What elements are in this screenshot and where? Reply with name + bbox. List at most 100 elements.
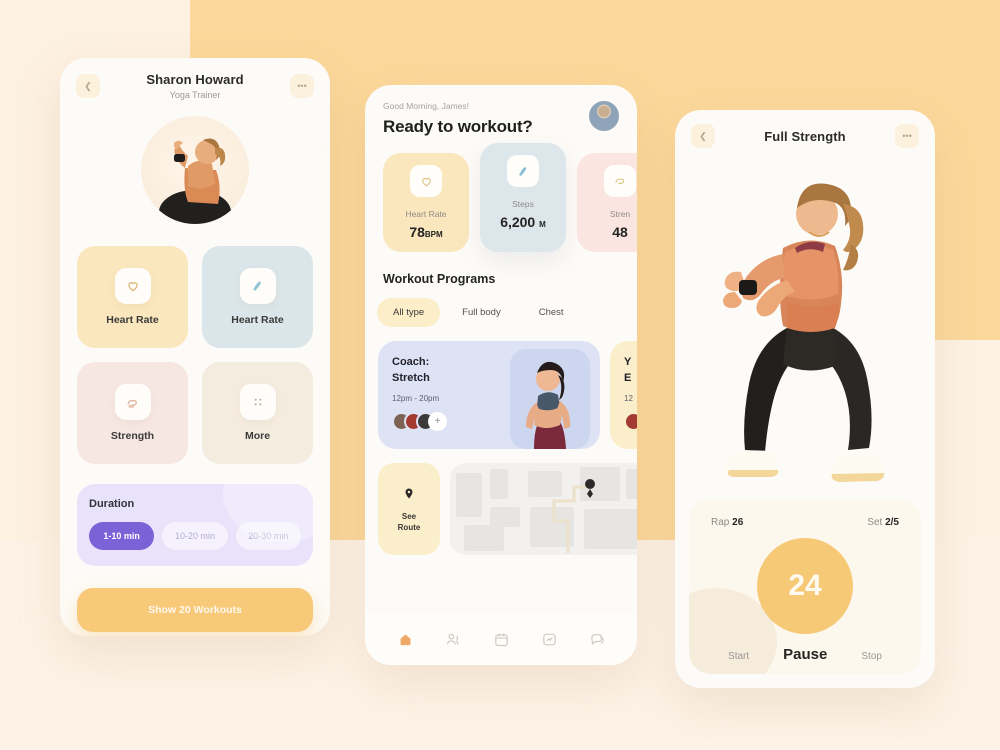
heart-icon — [114, 268, 151, 304]
filter-chip-group: All type Full body Chest — [365, 286, 637, 327]
page-title: Sharon Howard — [146, 72, 244, 87]
rap-label: Rap — [711, 517, 730, 528]
home-header: Good Morning, James! Ready to workout? — [365, 85, 637, 137]
profile-screen: ❮ Sharon Howard Yoga Trainer ••• Heart R… — [60, 58, 330, 636]
arm-icon — [604, 165, 636, 197]
greeting-text: Good Morning, James! — [383, 101, 469, 111]
calendar-icon[interactable] — [491, 629, 511, 649]
start-button[interactable]: Start — [728, 651, 749, 662]
bottom-tab-bar — [365, 613, 637, 665]
profile-topbar: ❮ Sharon Howard Yoga Trainer ••• — [60, 58, 330, 104]
chat-icon[interactable] — [587, 629, 607, 649]
duration-chip-20-30[interactable]: 20-30 min — [235, 522, 301, 550]
stat-card-label: Heart Rate — [231, 314, 284, 326]
set-counter: Set 2/5 — [867, 517, 899, 528]
metric-row: Heart Rate 78BPM Steps 6,200 M Stren 48 — [365, 137, 637, 252]
page-subtitle: Yoga Trainer — [169, 90, 221, 100]
set-label: Set — [867, 517, 883, 528]
metric-unit: BPM — [424, 230, 443, 239]
metric-value: 6,200 M — [500, 214, 546, 230]
workout-topbar: ❮ Full Strength ••• — [675, 110, 935, 152]
headline-text: Ready to workout? — [383, 117, 533, 136]
program-card-secondary[interactable]: Y E 12 — [610, 341, 637, 449]
duration-chip-1-10[interactable]: 1-10 min — [89, 522, 155, 550]
home-screen: Good Morning, James! Ready to workout? H… — [365, 85, 637, 665]
route-row: See Route — [365, 449, 637, 555]
activity-icon[interactable] — [539, 629, 559, 649]
heart-icon — [410, 165, 442, 197]
ellipsis-icon[interactable]: ••• — [895, 124, 919, 148]
shoe-icon — [239, 268, 276, 304]
trainer-photo-illustration — [159, 138, 231, 224]
chevron-left-icon[interactable]: ❮ — [76, 74, 100, 98]
stat-card-label: Heart Rate — [106, 314, 159, 326]
show-workouts-button[interactable]: Show 20 Workouts — [77, 588, 313, 632]
screenshot-stage: ❮ Sharon Howard Yoga Trainer ••• Heart R… — [0, 0, 1000, 750]
location-pin-icon — [400, 485, 418, 503]
trainer-avatar — [141, 116, 249, 224]
map-thumbnail[interactable] — [450, 463, 637, 555]
filter-chip-chest[interactable]: Chest — [523, 298, 580, 327]
home-icon[interactable] — [395, 629, 415, 649]
exercise-pose-area — [675, 152, 935, 502]
metric-card-strength[interactable]: Stren 48 — [577, 153, 637, 252]
duration-chip-10-20[interactable]: 10-20 min — [162, 522, 228, 550]
see-route-label: See Route — [398, 512, 421, 534]
metric-unit: M — [539, 220, 546, 229]
pause-button[interactable]: Pause — [783, 646, 827, 663]
people-icon[interactable] — [443, 629, 463, 649]
stat-card-more[interactable]: More — [202, 362, 313, 464]
program-line1: Y — [624, 356, 632, 368]
stat-card-heart-rate[interactable]: Heart Rate — [77, 246, 188, 348]
profile-title-block: Sharon Howard Yoga Trainer — [100, 72, 290, 100]
stat-card-label: More — [244, 430, 271, 442]
rap-counter: Rap 26 — [711, 517, 743, 528]
metric-name: Heart Rate — [405, 209, 447, 219]
home-greeting-block: Good Morning, James! Ready to workout? — [383, 101, 533, 137]
metric-name: Stren — [609, 209, 631, 219]
program-time: 12 — [624, 393, 633, 403]
timer-stats-row: Rap 26 Set 2/5 — [689, 499, 921, 528]
program-card-row: Coach: Stretch 12pm - 20pm + Y E 12 — [365, 327, 637, 449]
program-card-stretch[interactable]: Coach: Stretch 12pm - 20pm + — [378, 341, 600, 449]
filter-chip-all-type[interactable]: All type — [377, 298, 441, 327]
stop-button[interactable]: Stop — [861, 651, 882, 662]
ellipsis-icon[interactable]: ••• — [290, 74, 314, 98]
timer-panel: Rap 26 Set 2/5 24 Start Pause Stop — [689, 499, 921, 674]
participant-avatar-stack — [624, 411, 637, 431]
program-line1: Coach: — [392, 356, 430, 368]
metric-value: 78BPM — [409, 224, 442, 240]
map-illustration — [450, 463, 637, 555]
duration-title: Duration — [89, 498, 135, 510]
chevron-left-icon[interactable]: ❮ — [691, 124, 715, 148]
avatar[interactable] — [589, 101, 619, 131]
stat-card-grid: Heart Rate Heart Rate Strength More — [60, 224, 330, 464]
workout-title-block: Full Strength — [715, 129, 895, 144]
see-route-card[interactable]: See Route — [378, 463, 440, 555]
section-title: Workout Programs — [383, 272, 496, 286]
filter-chip-full-body[interactable]: Full body — [446, 298, 517, 327]
metric-card-heart-rate[interactable]: Heart Rate 78BPM — [383, 153, 469, 252]
stat-card-strength[interactable]: Strength — [77, 362, 188, 464]
stat-card-steps[interactable]: Heart Rate — [202, 246, 313, 348]
program-line2: E — [624, 371, 632, 384]
dots-grid-icon — [239, 384, 276, 420]
metric-number: 48 — [612, 224, 628, 240]
page-title: Full Strength — [764, 128, 846, 144]
squat-pose-illustration — [723, 183, 885, 482]
metric-name: Steps — [512, 199, 534, 209]
add-participant-button[interactable]: + — [428, 411, 447, 431]
metric-card-steps[interactable]: Steps 6,200 M — [480, 143, 566, 252]
program-text-block: Y E 12 — [610, 341, 637, 431]
program-line2: Stretch — [392, 371, 430, 384]
metric-number: 78 — [409, 224, 425, 240]
participant-avatar — [624, 411, 637, 431]
duration-chip-group: 1-10 min 10-20 min 20-30 min — [89, 522, 301, 550]
stat-card-label: Strength — [110, 430, 155, 442]
program-time: 12pm - 20pm — [392, 393, 440, 403]
arm-icon — [114, 384, 151, 420]
route-label-line1: See — [401, 511, 417, 521]
rap-value: 26 — [732, 517, 744, 528]
set-value: 2/5 — [885, 517, 899, 528]
timer-value-circle[interactable]: 24 — [757, 538, 853, 634]
